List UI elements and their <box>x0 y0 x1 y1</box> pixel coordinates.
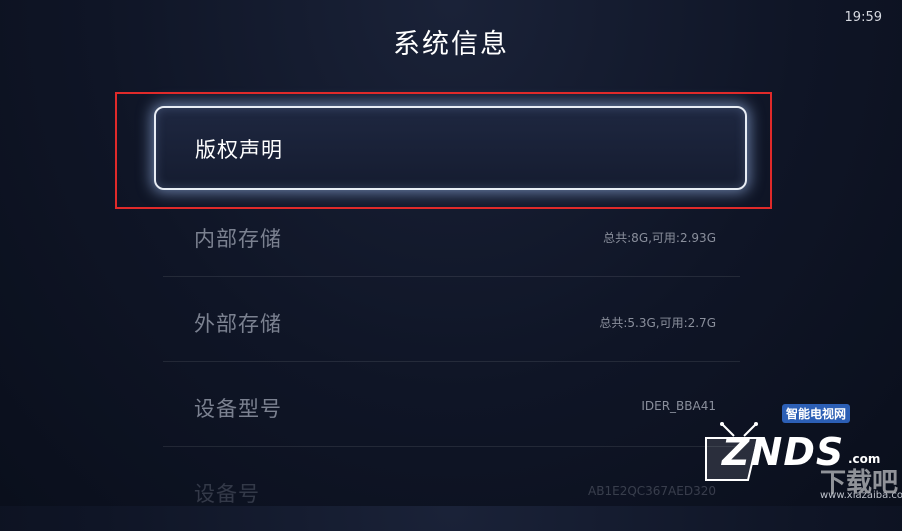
page-title: 系统信息 <box>393 29 509 60</box>
menu-item-label: 设备型号 <box>194 397 282 421</box>
menu-item-label: 内部存储 <box>194 227 282 251</box>
menu-item-label: 设备号 <box>194 482 260 506</box>
menu-item-value: 总共:5.3G,可用:2.7G <box>599 316 716 330</box>
menu-item-external-storage[interactable]: 外部存储 总共:5.3G,可用:2.7G <box>163 276 740 362</box>
menu-item-copyright[interactable]: 版权声明 <box>154 106 747 190</box>
menu-item-device-model[interactable]: 设备型号 IDER_BBA41 <box>163 361 740 447</box>
menu-item-label: 版权声明 <box>195 138 283 162</box>
menu-item-label: 外部存储 <box>194 312 282 336</box>
watermark: 智能电视网 ZNDS .com 下载吧 www.xiazaiba.com <box>672 396 902 506</box>
watermark-subtitle: 智能电视网 <box>782 404 851 423</box>
menu-item-value: 总共:8G,可用:2.93G <box>603 231 716 245</box>
menu-item-device-id[interactable]: 设备号 AB1E2QC367AED320 <box>163 446 740 531</box>
menu-item-internal-storage[interactable]: 内部存储 总共:8G,可用:2.93G <box>163 191 740 277</box>
watermark-site-url: www.xiazaiba.com <box>820 490 902 501</box>
